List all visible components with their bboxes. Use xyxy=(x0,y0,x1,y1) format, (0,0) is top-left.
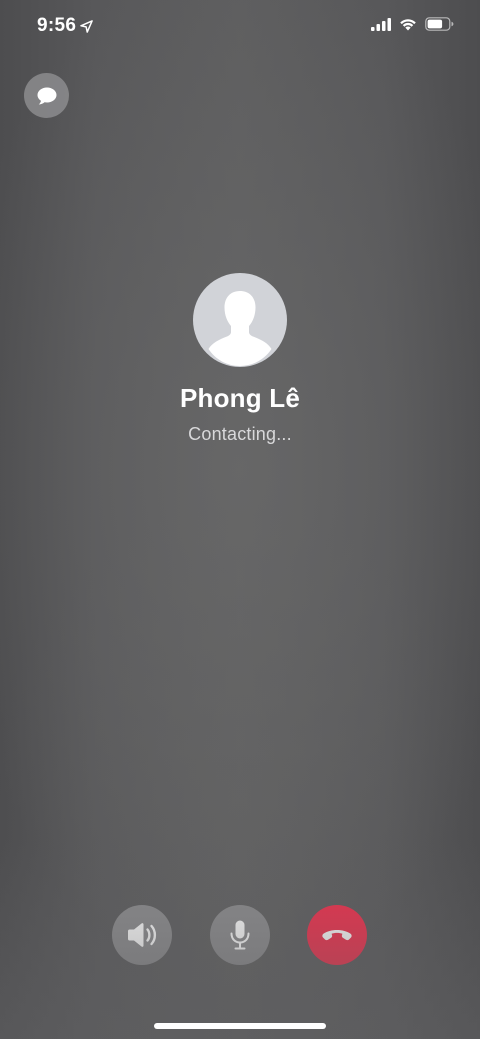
status-bar: 9:56 xyxy=(0,0,480,52)
avatar xyxy=(193,273,287,367)
message-bubble-icon xyxy=(37,87,56,104)
status-time: 9:56 xyxy=(37,15,77,36)
call-controls xyxy=(0,905,480,965)
contact-name: Phong Lê xyxy=(179,383,301,413)
call-screen: 9:56 Phong Lê Contacting... xyxy=(0,0,480,1039)
signal-icon xyxy=(371,17,391,31)
time-group: 9:56 xyxy=(37,15,94,37)
status-icons xyxy=(371,17,454,31)
end-call-button[interactable] xyxy=(307,905,367,965)
microphone-icon xyxy=(230,920,250,950)
location-arrow-icon xyxy=(80,19,94,33)
wifi-icon xyxy=(400,18,416,30)
contact-info: Phong Lê Contacting... xyxy=(0,273,480,445)
speaker-icon xyxy=(128,923,157,947)
message-button[interactable] xyxy=(24,73,69,118)
mute-button[interactable] xyxy=(210,905,270,965)
call-status-text: Contacting... xyxy=(188,424,292,444)
hang-up-icon xyxy=(322,930,352,941)
speaker-button[interactable] xyxy=(112,905,172,965)
person-silhouette-icon xyxy=(208,291,272,366)
home-indicator[interactable] xyxy=(154,1023,326,1029)
battery-icon xyxy=(425,17,454,31)
